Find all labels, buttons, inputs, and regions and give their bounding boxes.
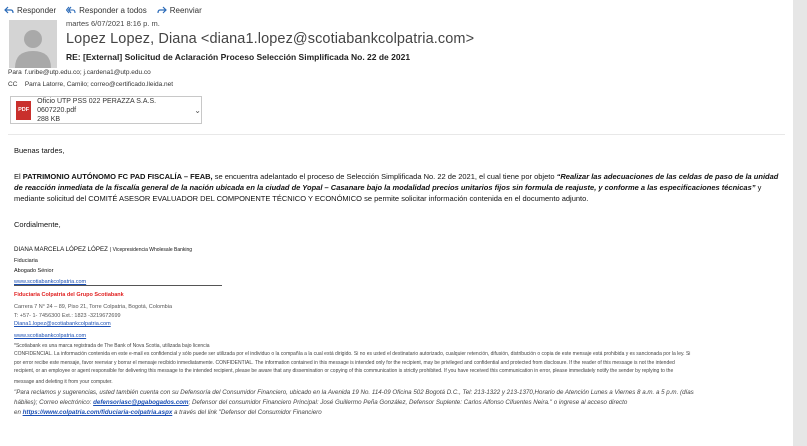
consumer-defense-note: "Para reclamos y sugerencias, usted tamb… xyxy=(14,389,694,396)
email-subject: RE: [External] Solicitud de Aclaración P… xyxy=(66,52,411,62)
email-reading-pane: Responder Responder a todos Reenviar mar… xyxy=(0,0,793,446)
cc-value[interactable]: Parra Latorre, Camilo; correo@certificad… xyxy=(25,81,173,88)
reply-label: Responder xyxy=(17,5,57,15)
person-silhouette-icon xyxy=(9,20,57,68)
cc-recipients: CC Parra Latorre, Camilo; correo@certifi… xyxy=(8,81,173,88)
chevron-down-icon[interactable]: ⌄ xyxy=(194,106,201,115)
signature-fiduciaria: Fiduciaria xyxy=(14,258,38,264)
consumer-defense-note: hábiles); Correo electrónico: defensoria… xyxy=(14,399,628,406)
greeting: Buenas tardes, xyxy=(14,146,65,155)
defensoria-email-link[interactable]: defensoriasc@pgabogados.com xyxy=(93,399,188,406)
consumer-defense-note: en https://www.colpatria.com/fiduciaria-… xyxy=(14,409,322,416)
closing: Cordialmente, xyxy=(14,220,61,229)
reply-all-button[interactable]: Responder a todos xyxy=(66,3,147,17)
signature-web-link-2[interactable]: www.scotiabankcolpatria.com xyxy=(14,333,86,339)
signature-company: Fiduciaria Colpatria del Grupo Scotiaban… xyxy=(14,292,124,298)
attachment-size: 288 KB xyxy=(37,115,61,123)
signature-name-line: DIANA MARCELA LÓPEZ LÓPEZ | Vicepresiden… xyxy=(14,246,193,253)
disclaimer-line: recipient, or an employee or agent respo… xyxy=(14,368,674,374)
sender-avatar xyxy=(9,20,57,68)
vertical-scrollbar[interactable] xyxy=(793,0,807,446)
reply-button[interactable]: Responder xyxy=(4,3,56,17)
signature-title: Abogado Sénior xyxy=(14,268,54,274)
forward-label: Reenviar xyxy=(169,5,202,15)
signature-address: Carrera 7 N° 24 – 89, Piso 21, Torre Col… xyxy=(14,304,173,310)
email-body: Buenas tardes, El PATRIMONIO AUTÓNOMO FC… xyxy=(14,145,784,245)
to-value[interactable]: f.uribe@utp.edu.co; j.cardena1@utp.edu.c… xyxy=(25,69,151,76)
reply-all-label: Responder a todos xyxy=(79,5,147,15)
colpatria-link[interactable]: https://www.colpatria.com/fiduciaria-col… xyxy=(23,409,173,416)
attachment-card[interactable]: PDF Oficio UTP PSS 022 PERAZZA S.A.S. 06… xyxy=(10,96,202,124)
signature-dept: Vicepresidencia Wholesale Banking xyxy=(112,247,193,253)
forward-icon xyxy=(157,6,167,13)
disclaimer-line: message and deleting it from your comput… xyxy=(14,379,113,385)
body-paragraph: El PATRIMONIO AUTÓNOMO FC PAD FISCALÍA –… xyxy=(14,172,779,203)
signature-phone: T: +57- 1- 7456300 Ext.: 1823 -321967269… xyxy=(14,313,121,319)
forward-button[interactable]: Reenviar xyxy=(157,3,202,17)
signature-name: DIANA MARCELA LÓPEZ LÓPEZ xyxy=(14,246,108,253)
to-recipients: Para f.uribe@utp.edu.co; j.cardena1@utp.… xyxy=(8,69,151,76)
attachment-name: Oficio UTP PSS 022 PERAZZA S.A.S. 060722… xyxy=(37,97,157,114)
disclaimer-line: CONFIDENCIAL. La información contenida e… xyxy=(14,351,691,357)
to-label: Para xyxy=(8,69,22,76)
pdf-file-icon: PDF xyxy=(16,100,32,120)
header-divider xyxy=(8,134,785,135)
reply-icon xyxy=(4,6,14,13)
disclaimer-line: por error recibe este mensaje, favor ree… xyxy=(14,359,675,366)
sender-name[interactable]: Lopez Lopez, Diana <diana1.lopez@scotiab… xyxy=(66,31,474,47)
signature-divider xyxy=(14,285,222,286)
signature-email-link[interactable]: Diana1.lopez@scotiabankcolpatria.com xyxy=(14,321,111,327)
sent-date: martes 6/07/2021 8:16 p. m. xyxy=(66,19,160,28)
reply-all-icon xyxy=(66,6,76,13)
cc-label: CC xyxy=(8,81,18,88)
message-toolbar: Responder Responder a todos Reenviar xyxy=(4,3,202,17)
